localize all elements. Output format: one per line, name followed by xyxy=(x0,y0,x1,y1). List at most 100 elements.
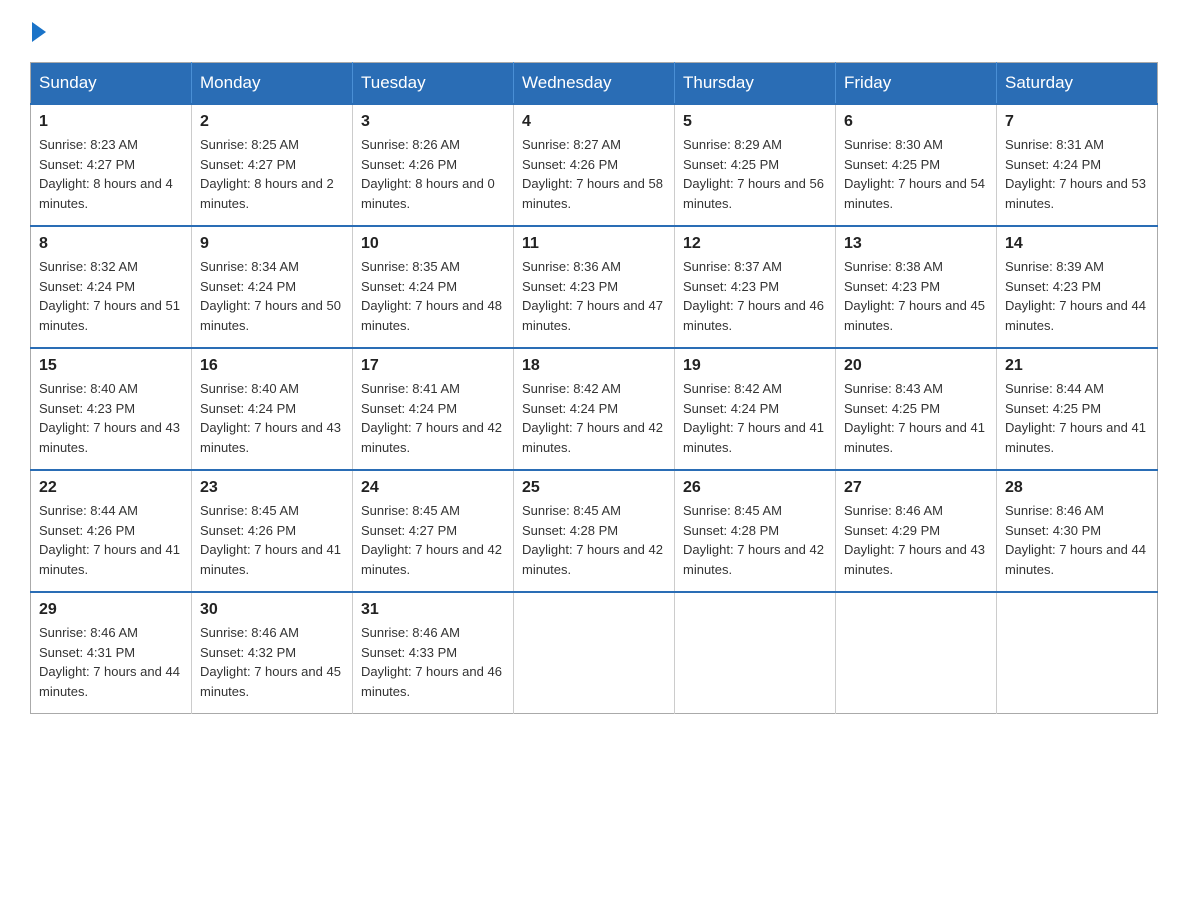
day-info: Sunrise: 8:42 AMSunset: 4:24 PMDaylight:… xyxy=(683,379,827,457)
calendar-body: 1 Sunrise: 8:23 AMSunset: 4:27 PMDayligh… xyxy=(31,104,1158,714)
calendar-cell: 23 Sunrise: 8:45 AMSunset: 4:26 PMDaylig… xyxy=(192,470,353,592)
calendar-cell: 5 Sunrise: 8:29 AMSunset: 4:25 PMDayligh… xyxy=(675,104,836,226)
day-header-saturday: Saturday xyxy=(997,63,1158,105)
day-number: 22 xyxy=(39,479,183,497)
calendar-cell: 18 Sunrise: 8:42 AMSunset: 4:24 PMDaylig… xyxy=(514,348,675,470)
day-header-sunday: Sunday xyxy=(31,63,192,105)
calendar-cell: 25 Sunrise: 8:45 AMSunset: 4:28 PMDaylig… xyxy=(514,470,675,592)
calendar-cell: 8 Sunrise: 8:32 AMSunset: 4:24 PMDayligh… xyxy=(31,226,192,348)
calendar-cell: 9 Sunrise: 8:34 AMSunset: 4:24 PMDayligh… xyxy=(192,226,353,348)
calendar-cell: 3 Sunrise: 8:26 AMSunset: 4:26 PMDayligh… xyxy=(353,104,514,226)
day-number: 27 xyxy=(844,479,988,497)
calendar-cell: 30 Sunrise: 8:46 AMSunset: 4:32 PMDaylig… xyxy=(192,592,353,714)
calendar-cell: 19 Sunrise: 8:42 AMSunset: 4:24 PMDaylig… xyxy=(675,348,836,470)
calendar-cell: 20 Sunrise: 8:43 AMSunset: 4:25 PMDaylig… xyxy=(836,348,997,470)
day-number: 18 xyxy=(522,357,666,375)
day-info: Sunrise: 8:45 AMSunset: 4:26 PMDaylight:… xyxy=(200,501,344,579)
day-number: 20 xyxy=(844,357,988,375)
day-number: 19 xyxy=(683,357,827,375)
day-header-wednesday: Wednesday xyxy=(514,63,675,105)
calendar-cell: 16 Sunrise: 8:40 AMSunset: 4:24 PMDaylig… xyxy=(192,348,353,470)
calendar-cell: 1 Sunrise: 8:23 AMSunset: 4:27 PMDayligh… xyxy=(31,104,192,226)
day-number: 25 xyxy=(522,479,666,497)
day-info: Sunrise: 8:32 AMSunset: 4:24 PMDaylight:… xyxy=(39,257,183,335)
day-info: Sunrise: 8:34 AMSunset: 4:24 PMDaylight:… xyxy=(200,257,344,335)
calendar-cell: 12 Sunrise: 8:37 AMSunset: 4:23 PMDaylig… xyxy=(675,226,836,348)
day-number: 1 xyxy=(39,113,183,131)
calendar-week-4: 22 Sunrise: 8:44 AMSunset: 4:26 PMDaylig… xyxy=(31,470,1158,592)
page-header xyxy=(30,20,1158,42)
day-number: 30 xyxy=(200,601,344,619)
day-number: 11 xyxy=(522,235,666,253)
calendar-cell: 26 Sunrise: 8:45 AMSunset: 4:28 PMDaylig… xyxy=(675,470,836,592)
calendar-cell: 31 Sunrise: 8:46 AMSunset: 4:33 PMDaylig… xyxy=(353,592,514,714)
calendar-cell xyxy=(514,592,675,714)
day-number: 17 xyxy=(361,357,505,375)
calendar-week-5: 29 Sunrise: 8:46 AMSunset: 4:31 PMDaylig… xyxy=(31,592,1158,714)
day-info: Sunrise: 8:46 AMSunset: 4:31 PMDaylight:… xyxy=(39,623,183,701)
day-header-monday: Monday xyxy=(192,63,353,105)
days-of-week-row: SundayMondayTuesdayWednesdayThursdayFrid… xyxy=(31,63,1158,105)
day-info: Sunrise: 8:44 AMSunset: 4:26 PMDaylight:… xyxy=(39,501,183,579)
calendar-cell: 11 Sunrise: 8:36 AMSunset: 4:23 PMDaylig… xyxy=(514,226,675,348)
day-number: 14 xyxy=(1005,235,1149,253)
day-info: Sunrise: 8:45 AMSunset: 4:28 PMDaylight:… xyxy=(683,501,827,579)
calendar-cell: 4 Sunrise: 8:27 AMSunset: 4:26 PMDayligh… xyxy=(514,104,675,226)
day-info: Sunrise: 8:46 AMSunset: 4:32 PMDaylight:… xyxy=(200,623,344,701)
day-info: Sunrise: 8:45 AMSunset: 4:28 PMDaylight:… xyxy=(522,501,666,579)
calendar-cell xyxy=(836,592,997,714)
day-info: Sunrise: 8:46 AMSunset: 4:33 PMDaylight:… xyxy=(361,623,505,701)
calendar-table: SundayMondayTuesdayWednesdayThursdayFrid… xyxy=(30,62,1158,714)
calendar-cell xyxy=(997,592,1158,714)
day-info: Sunrise: 8:30 AMSunset: 4:25 PMDaylight:… xyxy=(844,135,988,213)
day-info: Sunrise: 8:25 AMSunset: 4:27 PMDaylight:… xyxy=(200,135,344,213)
day-info: Sunrise: 8:31 AMSunset: 4:24 PMDaylight:… xyxy=(1005,135,1149,213)
calendar-cell: 22 Sunrise: 8:44 AMSunset: 4:26 PMDaylig… xyxy=(31,470,192,592)
day-info: Sunrise: 8:42 AMSunset: 4:24 PMDaylight:… xyxy=(522,379,666,457)
day-number: 28 xyxy=(1005,479,1149,497)
calendar-cell: 14 Sunrise: 8:39 AMSunset: 4:23 PMDaylig… xyxy=(997,226,1158,348)
day-info: Sunrise: 8:23 AMSunset: 4:27 PMDaylight:… xyxy=(39,135,183,213)
calendar-week-1: 1 Sunrise: 8:23 AMSunset: 4:27 PMDayligh… xyxy=(31,104,1158,226)
day-info: Sunrise: 8:40 AMSunset: 4:24 PMDaylight:… xyxy=(200,379,344,457)
day-info: Sunrise: 8:29 AMSunset: 4:25 PMDaylight:… xyxy=(683,135,827,213)
day-info: Sunrise: 8:35 AMSunset: 4:24 PMDaylight:… xyxy=(361,257,505,335)
day-info: Sunrise: 8:38 AMSunset: 4:23 PMDaylight:… xyxy=(844,257,988,335)
day-info: Sunrise: 8:44 AMSunset: 4:25 PMDaylight:… xyxy=(1005,379,1149,457)
calendar-week-2: 8 Sunrise: 8:32 AMSunset: 4:24 PMDayligh… xyxy=(31,226,1158,348)
day-info: Sunrise: 8:43 AMSunset: 4:25 PMDaylight:… xyxy=(844,379,988,457)
calendar-cell: 15 Sunrise: 8:40 AMSunset: 4:23 PMDaylig… xyxy=(31,348,192,470)
day-info: Sunrise: 8:46 AMSunset: 4:30 PMDaylight:… xyxy=(1005,501,1149,579)
day-number: 23 xyxy=(200,479,344,497)
day-header-friday: Friday xyxy=(836,63,997,105)
day-number: 2 xyxy=(200,113,344,131)
calendar-cell: 24 Sunrise: 8:45 AMSunset: 4:27 PMDaylig… xyxy=(353,470,514,592)
day-number: 31 xyxy=(361,601,505,619)
day-info: Sunrise: 8:40 AMSunset: 4:23 PMDaylight:… xyxy=(39,379,183,457)
day-number: 29 xyxy=(39,601,183,619)
calendar-cell: 2 Sunrise: 8:25 AMSunset: 4:27 PMDayligh… xyxy=(192,104,353,226)
calendar-week-3: 15 Sunrise: 8:40 AMSunset: 4:23 PMDaylig… xyxy=(31,348,1158,470)
day-number: 26 xyxy=(683,479,827,497)
day-number: 12 xyxy=(683,235,827,253)
day-info: Sunrise: 8:46 AMSunset: 4:29 PMDaylight:… xyxy=(844,501,988,579)
day-number: 9 xyxy=(200,235,344,253)
calendar-cell: 21 Sunrise: 8:44 AMSunset: 4:25 PMDaylig… xyxy=(997,348,1158,470)
day-number: 8 xyxy=(39,235,183,253)
day-number: 5 xyxy=(683,113,827,131)
calendar-cell: 29 Sunrise: 8:46 AMSunset: 4:31 PMDaylig… xyxy=(31,592,192,714)
day-number: 7 xyxy=(1005,113,1149,131)
day-number: 4 xyxy=(522,113,666,131)
day-info: Sunrise: 8:41 AMSunset: 4:24 PMDaylight:… xyxy=(361,379,505,457)
calendar-cell xyxy=(675,592,836,714)
day-info: Sunrise: 8:45 AMSunset: 4:27 PMDaylight:… xyxy=(361,501,505,579)
calendar-cell: 27 Sunrise: 8:46 AMSunset: 4:29 PMDaylig… xyxy=(836,470,997,592)
day-info: Sunrise: 8:37 AMSunset: 4:23 PMDaylight:… xyxy=(683,257,827,335)
calendar-cell: 28 Sunrise: 8:46 AMSunset: 4:30 PMDaylig… xyxy=(997,470,1158,592)
day-info: Sunrise: 8:27 AMSunset: 4:26 PMDaylight:… xyxy=(522,135,666,213)
day-number: 16 xyxy=(200,357,344,375)
calendar-header: SundayMondayTuesdayWednesdayThursdayFrid… xyxy=(31,63,1158,105)
day-number: 15 xyxy=(39,357,183,375)
day-number: 6 xyxy=(844,113,988,131)
logo-arrow-icon xyxy=(32,22,46,42)
